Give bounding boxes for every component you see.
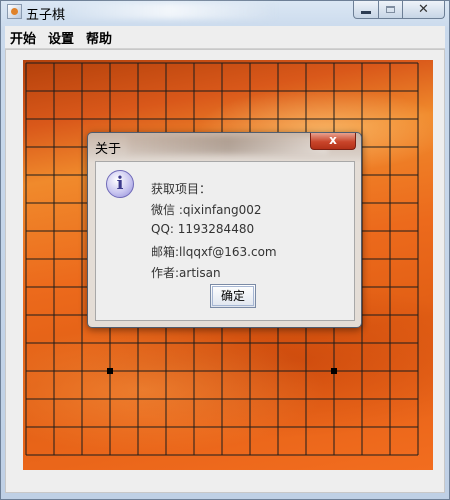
caption-buttons: ✕ — [353, 1, 445, 19]
close-window-button[interactable]: ✕ — [403, 1, 445, 19]
menu-help[interactable]: 帮助 — [80, 28, 118, 47]
java-app-icon — [7, 4, 22, 19]
about-dialog: 关于 x i 获取项目： 微信 :qixinfang002 QQ: 119328… — [87, 132, 362, 328]
menu-settings[interactable]: 设置 — [42, 28, 80, 47]
dialog-close-button[interactable]: x — [310, 133, 356, 150]
dialog-body: i 获取项目： 微信 :qixinfang002 QQ: 1193284480 … — [95, 161, 355, 321]
star-point — [331, 368, 337, 374]
blurred-dialog-title-region — [128, 136, 328, 154]
maximize-icon — [386, 6, 395, 13]
minimize-button[interactable] — [353, 1, 379, 19]
message-author: 作者:artisan — [151, 266, 221, 280]
ok-button[interactable]: 确定 — [210, 284, 256, 308]
menu-bar: 开始 设置 帮助 — [5, 26, 445, 49]
blurred-title-region — [65, 3, 275, 19]
info-icon: i — [106, 170, 134, 198]
close-icon: ✕ — [418, 2, 429, 17]
title-bar[interactable]: 五子棋 ✕ — [1, 1, 449, 25]
minimize-icon — [361, 10, 371, 14]
close-icon: x — [329, 133, 337, 147]
window-title: 五子棋 — [26, 8, 66, 23]
message-qq: QQ: 1193284480 — [151, 222, 255, 236]
message-wechat: 微信 :qixinfang002 — [151, 203, 262, 217]
maximize-button[interactable] — [379, 1, 403, 19]
message-heading: 获取项目： — [151, 182, 212, 196]
star-point — [107, 368, 113, 374]
dialog-title[interactable]: 关于 — [95, 138, 121, 157]
message-email: 邮箱:llqqxf@163.com — [151, 245, 277, 259]
menu-start[interactable]: 开始 — [5, 28, 42, 47]
